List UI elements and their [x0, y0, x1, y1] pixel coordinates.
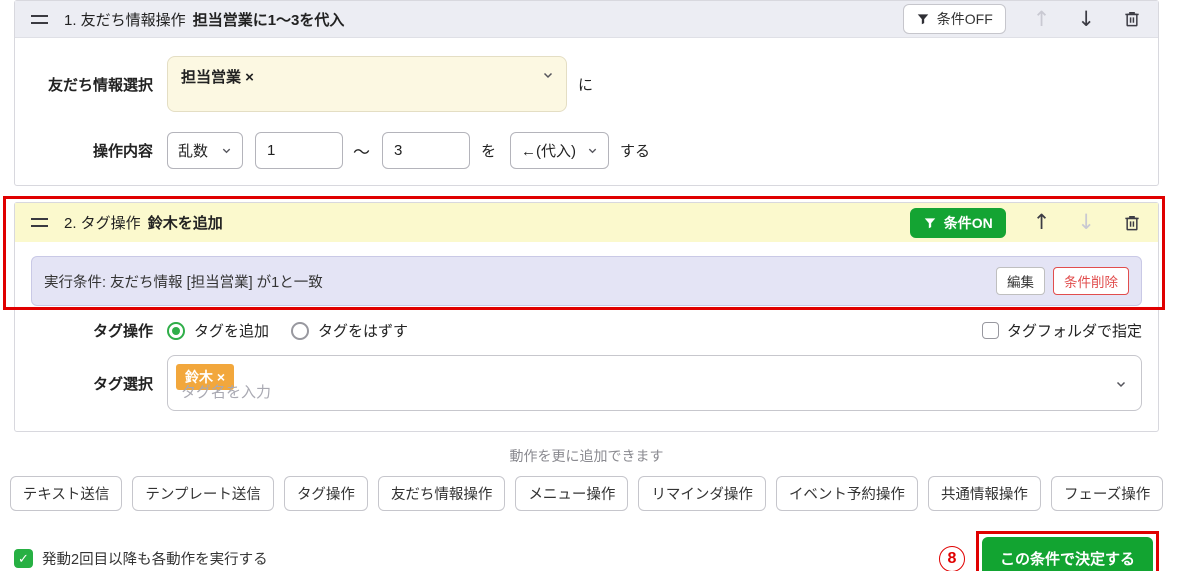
confirm-condition-button[interactable]: この条件で決定する: [981, 537, 1153, 571]
trash-icon[interactable]: [1122, 213, 1142, 233]
add-tag-operation-button[interactable]: タグ操作: [283, 476, 368, 511]
annotation-number-8: 8: [938, 545, 965, 571]
add-text-send-button[interactable]: テキスト送信: [9, 476, 123, 511]
execution-condition-bar: 実行条件: 友だち情報 [担当営業] が1と一致 編集 条件削除: [31, 256, 1142, 306]
tag-folder-checkbox-label: タグフォルダで指定: [1006, 323, 1142, 340]
tilde-separator: 〜: [353, 143, 370, 162]
add-common-info-operation-button[interactable]: 共通情報操作: [927, 476, 1041, 511]
radio-tag-remove[interactable]: タグをはずす: [291, 320, 408, 341]
add-reminder-operation-button[interactable]: リマインダ操作: [638, 476, 766, 511]
action-1-summary: 担当営業に1〜3を代入: [192, 11, 345, 29]
checkbox-unchecked-icon[interactable]: [981, 322, 999, 339]
footer-bar: ✓ 発動2回目以降も各動作を実行する 8 この条件で決定する: [14, 531, 1159, 571]
add-menu-operation-button[interactable]: メニュー操作: [515, 476, 629, 511]
chevron-down-icon: [1115, 377, 1127, 395]
assign-method-select[interactable]: ←(代入): [510, 132, 610, 169]
chevron-down-icon: [542, 68, 554, 86]
action-1-card: 1. 友だち情報操作 担当営業に1〜3を代入 条件OFF ↑ ↓ 友だち情報選択…: [14, 0, 1159, 186]
filter-icon: [923, 216, 937, 230]
filter-icon: [916, 12, 930, 26]
move-up-icon[interactable]: ↑: [1033, 212, 1051, 233]
range-from-input[interactable]: [255, 132, 343, 169]
action-2-header: 2. タグ操作 鈴木を追加 条件ON ↑ ↓: [15, 203, 1158, 242]
add-action-button-row: テキスト送信 テンプレート送信 タグ操作 友だち情報操作 メニュー操作 リマイン…: [9, 476, 1164, 511]
chevron-down-icon: [587, 145, 598, 156]
action-editor-page: 1. 友だち情報操作 担当営業に1〜3を代入 条件OFF ↑ ↓ 友だち情報選択…: [0, 0, 1183, 571]
operation-label: 操作内容: [92, 143, 153, 160]
radio-unchecked-icon[interactable]: [291, 321, 310, 340]
action-1-header: 1. 友だち情報操作 担当営業に1〜3を代入 条件OFF ↑ ↓: [15, 1, 1158, 38]
action-2-title: 2. タグ操作: [64, 215, 141, 232]
drag-handle-icon[interactable]: [31, 218, 48, 227]
suffix-suru: する: [620, 143, 651, 160]
particle-wo: を: [481, 143, 497, 160]
repeat-execution-label: 発動2回目以降も各動作を実行する: [42, 552, 268, 568]
friend-info-select[interactable]: 担当営業 ×: [167, 56, 567, 112]
execution-condition-text: 実行条件: 友だち情報 [担当営業] が1と一致: [44, 274, 323, 291]
move-down-icon[interactable]: ↓: [1077, 8, 1095, 30]
tag-operation-label: タグ操作: [92, 323, 153, 340]
condition-on-button[interactable]: 条件ON: [909, 207, 1006, 238]
radio-tag-add[interactable]: タグを追加: [167, 320, 269, 341]
condition-edit-button[interactable]: 編集: [996, 267, 1045, 295]
add-friend-info-operation-button[interactable]: 友だち情報操作: [377, 476, 506, 511]
drag-handle-icon[interactable]: [31, 14, 48, 24]
particle-ni: に: [578, 76, 594, 94]
tag-operation-row: タグ操作 タグを追加 タグをはずす タグフォルダで指定: [15, 320, 1158, 341]
range-to-input[interactable]: [382, 132, 470, 169]
add-event-reservation-operation-button[interactable]: イベント予約操作: [775, 476, 918, 511]
operation-row: 操作内容 乱数 〜 を ←(代入) する: [15, 132, 1158, 185]
add-action-hint: 動作を更に追加できます: [509, 448, 664, 464]
operation-type-select[interactable]: 乱数: [167, 132, 243, 169]
trash-icon[interactable]: [1122, 9, 1142, 29]
action-2-card: 2. タグ操作 鈴木を追加 条件ON ↑ ↓ 実行条件: 友だち情報 [担当営業…: [14, 202, 1159, 432]
friend-info-selected-value[interactable]: 担当営業 ×: [181, 66, 254, 87]
tag-input-placeholder: タグ名を入力: [181, 384, 272, 401]
condition-delete-button[interactable]: 条件削除: [1053, 267, 1129, 295]
add-template-send-button[interactable]: テンプレート送信: [132, 476, 274, 511]
action-2-summary: 鈴木を追加: [147, 215, 223, 232]
chevron-down-icon: [221, 145, 232, 156]
friend-info-label: 友だち情報選択: [47, 76, 153, 94]
radio-checked-icon[interactable]: [167, 321, 185, 340]
checkbox-checked-icon[interactable]: ✓: [14, 549, 33, 568]
tag-select-box[interactable]: 鈴木 × タグ名を入力: [167, 355, 1142, 411]
tag-select-label: タグ選択: [92, 376, 153, 393]
add-phase-operation-button[interactable]: フェーズ操作: [1050, 476, 1164, 511]
tag-select-row: タグ選択 鈴木 × タグ名を入力: [15, 355, 1158, 431]
move-up-icon: ↑: [1032, 6, 1051, 31]
friend-info-row: 友だち情報選択 担当営業 × に: [15, 56, 1158, 112]
condition-off-button[interactable]: 条件OFF: [902, 4, 1006, 34]
move-down-icon: ↓: [1077, 210, 1095, 234]
action-1-title: 1. 友だち情報操作: [64, 11, 186, 29]
red-highlight-annotation: この条件で決定する: [975, 531, 1159, 571]
tag-folder-checkbox-group[interactable]: タグフォルダで指定: [981, 320, 1158, 341]
